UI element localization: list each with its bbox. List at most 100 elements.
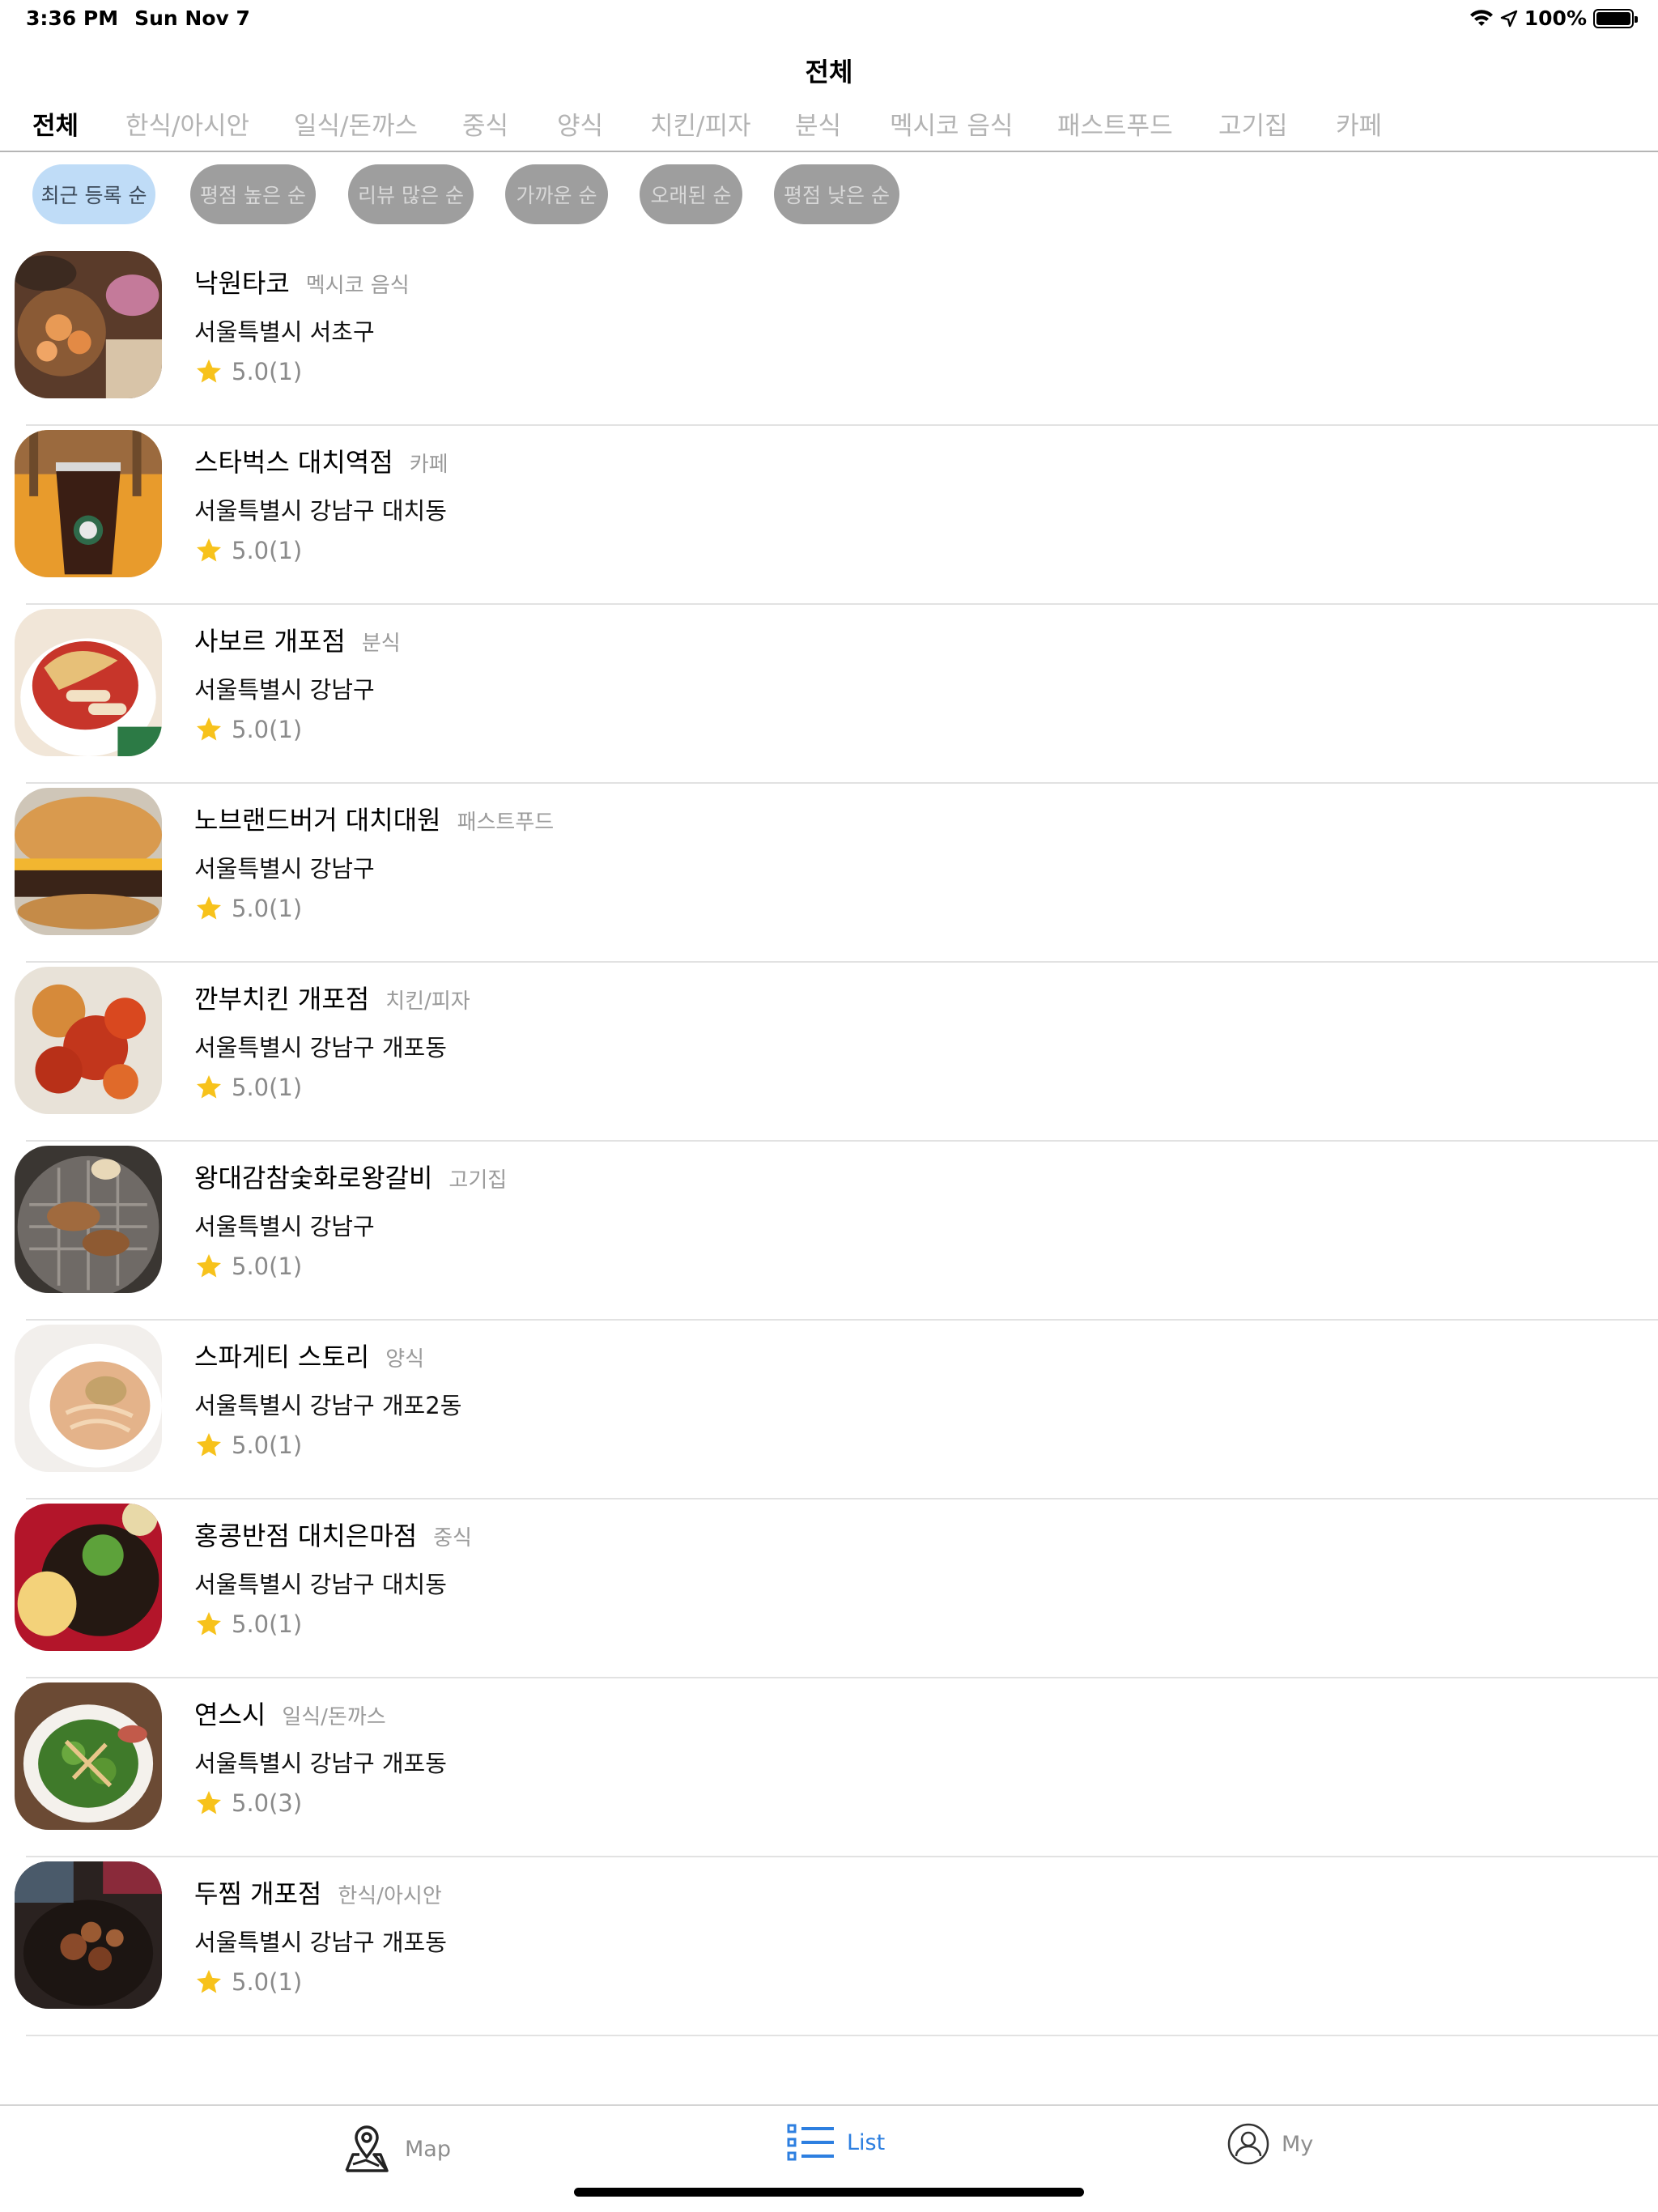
tab-chicken-pizza[interactable]: 치킨/피자	[650, 105, 751, 142]
restaurant-name: 스타벅스 대치역점	[194, 447, 393, 478]
restaurant-name: 홍콩반점 대치은마점	[194, 1521, 418, 1551]
home-indicator	[574, 2188, 1084, 2197]
sort-rating-high-chip[interactable]: 평점 높은 순	[190, 164, 316, 224]
restaurant-category: 카페	[409, 453, 449, 477]
restaurant-address: 서울특별시 강남구	[194, 855, 375, 883]
map-icon	[345, 2125, 389, 2172]
tab-cafe[interactable]: 카페	[1336, 105, 1382, 142]
list-icon	[787, 2124, 834, 2161]
star-icon	[197, 1075, 221, 1099]
sort-reviews-chip[interactable]: 리뷰 많은 순	[348, 164, 474, 224]
restaurant-category: 패스트푸드	[457, 810, 555, 835]
restaurant-address: 서울특별시 강남구	[194, 676, 375, 704]
tabbar-map[interactable]: Map	[340, 2122, 451, 2176]
star-icon	[197, 1791, 221, 1814]
restaurant-row[interactable]: 두찜 개포점 한식/아시안 서울특별시 강남구 개포동 5.0(1)	[15, 1857, 1658, 2036]
page-title: 전체	[805, 57, 853, 87]
star-icon	[197, 896, 221, 920]
restaurant-name: 낙원타코	[194, 268, 290, 299]
restaurant-address: 서울특별시 강남구 개포동	[194, 1929, 447, 1956]
category-tabs: 전체 한식/아시안 일식/돈까스 중식 양식 치킨/피자 분식 멕시코 음식 패…	[0, 102, 1658, 152]
restaurant-category: 양식	[385, 1347, 425, 1372]
tab-snack[interactable]: 분식	[795, 105, 841, 142]
sort-rating-low-chip[interactable]: 평점 낮은 순	[774, 164, 899, 224]
tab-western[interactable]: 양식	[557, 105, 603, 142]
status-time: 3:36 PM	[26, 6, 119, 30]
star-icon	[197, 538, 221, 562]
battery-icon	[1593, 8, 1638, 28]
tabbar-my[interactable]: My	[1226, 2122, 1313, 2166]
sort-nearby-chip[interactable]: 가까운 순	[505, 164, 608, 224]
sort-recent-chip[interactable]: 최근 등록 순	[32, 164, 155, 224]
profile-icon	[1227, 2123, 1269, 2165]
restaurant-photo	[15, 1861, 162, 2009]
star-icon	[197, 717, 221, 741]
restaurant-address: 서울특별시 서초구	[194, 318, 375, 346]
restaurant-rating: 5.0(1)	[232, 537, 303, 564]
restaurant-name: 왕대감참숯화로왕갈비	[194, 1163, 433, 1193]
tabbar-map-label: Map	[405, 2136, 451, 2162]
restaurant-photo	[15, 251, 162, 398]
restaurant-photo	[15, 1146, 162, 1293]
tab-meat[interactable]: 고기집	[1218, 105, 1288, 142]
restaurant-rating: 5.0(1)	[232, 1610, 303, 1638]
restaurant-photo	[15, 788, 162, 935]
tab-korean-asian[interactable]: 한식/아시안	[125, 105, 249, 142]
status-indicators: 100%	[1469, 6, 1638, 30]
tabbar-list[interactable]: List	[787, 2122, 885, 2163]
restaurant-row[interactable]: 노브랜드버거 대치대원 패스트푸드 서울특별시 강남구 5.0(1)	[15, 784, 1658, 963]
restaurant-row[interactable]: 연스시 일식/돈까스 서울특별시 강남구 개포동 5.0(3)	[15, 1678, 1658, 1857]
restaurant-address: 서울특별시 강남구	[194, 1213, 375, 1240]
star-icon	[197, 359, 221, 383]
restaurant-photo	[15, 967, 162, 1114]
restaurant-row[interactable]: 왕대감참숯화로왕갈비 고기집 서울특별시 강남구 5.0(1)	[15, 1142, 1658, 1321]
restaurant-category: 치킨/피자	[385, 989, 470, 1014]
restaurant-row[interactable]: 낙원타코 멕시코 음식 서울특별시 서초구 5.0(1)	[15, 247, 1658, 426]
tabbar-my-label: My	[1282, 2131, 1314, 2157]
restaurant-rating: 5.0(1)	[232, 1431, 303, 1459]
restaurant-address: 서울특별시 강남구 대치동	[194, 1571, 447, 1598]
restaurant-category: 일식/돈까스	[282, 1705, 386, 1729]
restaurant-category: 한식/아시안	[338, 1884, 442, 1908]
restaurant-address: 서울특별시 강남구 대치동	[194, 497, 447, 525]
restaurant-row[interactable]: 홍콩반점 대치은마점 중식 서울특별시 강남구 대치동 5.0(1)	[15, 1499, 1658, 1678]
restaurant-photo	[15, 1504, 162, 1651]
tab-japanese[interactable]: 일식/돈까스	[294, 105, 418, 142]
wifi-icon	[1469, 9, 1493, 26]
star-icon	[197, 1433, 221, 1457]
restaurant-row[interactable]: 스타벅스 대치역점 카페 서울특별시 강남구 대치동 5.0(1)	[15, 426, 1658, 605]
restaurant-name: 사보르 개포점	[194, 626, 346, 657]
restaurant-rating: 5.0(1)	[232, 1253, 303, 1280]
restaurant-row[interactable]: 깐부치킨 개포점 치킨/피자 서울특별시 강남구 개포동 5.0(1)	[15, 963, 1658, 1142]
star-icon	[197, 1612, 221, 1636]
restaurant-photo	[15, 1325, 162, 1472]
restaurant-name: 두찜 개포점	[194, 1878, 322, 1909]
restaurant-photo	[15, 1682, 162, 1830]
restaurant-photo	[15, 430, 162, 577]
sort-oldest-chip[interactable]: 오래된 순	[640, 164, 742, 224]
restaurant-address: 서울특별시 강남구 개포동	[194, 1034, 447, 1061]
restaurant-photo	[15, 609, 162, 756]
restaurant-category: 고기집	[449, 1168, 508, 1193]
restaurant-category: 멕시코 음식	[305, 274, 410, 298]
tab-chinese[interactable]: 중식	[462, 105, 508, 142]
restaurant-row[interactable]: 사보르 개포점 분식 서울특별시 강남구 5.0(1)	[15, 605, 1658, 784]
status-date: Sun Nov 7	[134, 6, 250, 30]
restaurant-rating: 5.0(3)	[232, 1789, 303, 1817]
tab-fastfood[interactable]: 패스트푸드	[1057, 105, 1173, 142]
sort-options: 최근 등록 순 평점 높은 순 리뷰 많은 순 가까운 순 오래된 순 평점 낮…	[0, 164, 1658, 224]
tab-all[interactable]: 전체	[32, 105, 79, 142]
restaurant-rating: 5.0(1)	[232, 358, 303, 385]
restaurant-rating: 5.0(1)	[232, 1074, 303, 1101]
restaurant-name: 스파게티 스토리	[194, 1342, 370, 1372]
restaurant-address: 서울특별시 강남구 개포동	[194, 1750, 447, 1777]
location-arrow-icon	[1500, 10, 1517, 27]
restaurant-name: 연스시	[194, 1699, 266, 1730]
restaurant-name: 노브랜드버거 대치대원	[194, 805, 441, 836]
restaurant-row[interactable]: 스파게티 스토리 양식 서울특별시 강남구 개포2동 5.0(1)	[15, 1321, 1658, 1499]
tab-mexican[interactable]: 멕시코 음식	[890, 105, 1013, 142]
restaurant-category: 분식	[361, 632, 401, 656]
restaurant-rating: 5.0(1)	[232, 895, 303, 922]
restaurant-address: 서울특별시 강남구 개포2동	[194, 1392, 462, 1419]
status-bar: 3:36 PM Sun Nov 7 100%	[0, 0, 1658, 37]
